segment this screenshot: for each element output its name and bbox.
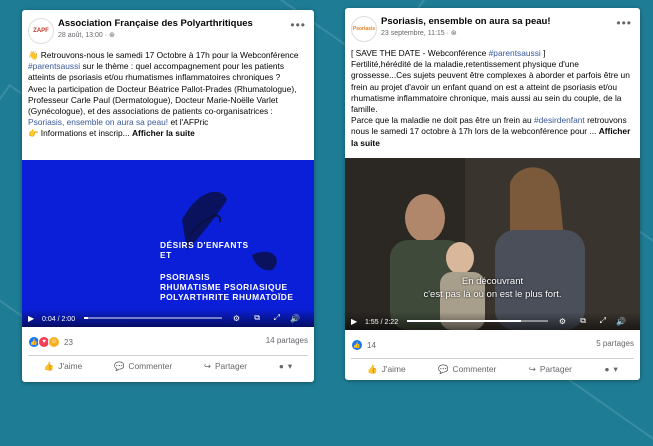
mention-link[interactable]: Psoriasis, ensemble on aura sa peau! xyxy=(28,117,168,127)
video-controls: ▶ 0:04 / 2:00 ⚙ ⧉ ⤢ 🔊 xyxy=(22,309,314,327)
audience-selector[interactable]: ● ▾ xyxy=(279,361,292,371)
share-label: Partager xyxy=(539,364,572,374)
post-timestamp[interactable]: 23 septembre, 11:15 · ⊛ xyxy=(381,29,457,37)
comment-button[interactable]: 💬 Commenter xyxy=(438,364,496,375)
share-icon: ↪ xyxy=(528,364,536,374)
video-controls: ▶ 1:55 / 2:22 ⚙ ⧉ ⤢ 🔊 xyxy=(345,312,640,330)
like-button[interactable]: 👍 J'aime xyxy=(367,364,405,375)
shares-count[interactable]: 5 partages xyxy=(596,339,634,348)
play-icon[interactable]: ▶ xyxy=(28,314,34,323)
post-card-psoriasis: Psoriasis Psoriasis, ensemble on aura sa… xyxy=(345,8,640,380)
comment-icon: 💬 xyxy=(438,363,449,374)
like-label: J'aime xyxy=(381,364,406,374)
subtitle-line-2: c'est pas là où on est le plus fort. xyxy=(423,289,562,300)
post-actions: 👍 J'aime 💬 Commenter ↪ Partager ● ▾ xyxy=(28,355,308,376)
video-title-top: DÉSIRS D'ENFANTS ET xyxy=(160,240,249,260)
hashtag-link[interactable]: #parentsaussi xyxy=(489,48,541,58)
more-options-icon[interactable]: ••• xyxy=(290,18,306,32)
page-avatar[interactable]: Psoriasis xyxy=(351,16,377,42)
pip-icon[interactable]: ⧉ xyxy=(580,316,586,326)
post-header: Psoriasis Psoriasis, ensemble on aura sa… xyxy=(351,14,634,42)
reactions-count: 14 xyxy=(367,340,376,350)
post-text-part: [ SAVE THE DATE - Webconférence xyxy=(351,48,489,58)
post-header: ZAPF Association Française des Polyarthr… xyxy=(28,16,308,44)
page-name[interactable]: Psoriasis, ensemble on aura sa peau! xyxy=(381,16,551,27)
post-text: 👋 Retrouvons-nous le samedi 17 Octobre à… xyxy=(28,50,308,140)
comment-label: Commenter xyxy=(128,361,173,371)
post-text-part: 👋 Retrouvons-nous le samedi 17 Octobre à… xyxy=(28,50,299,60)
progress-fill xyxy=(407,320,522,322)
thumbs-up-icon: 👍 xyxy=(367,363,378,374)
chevron-down-icon: ▾ xyxy=(613,364,618,374)
post-text-part: Fertilité,hérédité de la maladie,retenti… xyxy=(351,59,630,115)
care-reaction-icon: ☺ xyxy=(48,336,60,348)
page-avatar[interactable]: ZAPF xyxy=(28,18,54,44)
see-more-link[interactable]: Afficher la suite xyxy=(132,128,195,138)
avatar-small-icon: ● xyxy=(604,364,610,374)
avatar-small-icon: ● xyxy=(278,361,284,371)
comment-label: Commenter xyxy=(452,364,497,374)
reactions-summary[interactable]: 👍 ♥ ☺ 23 xyxy=(28,336,73,348)
comment-icon: 💬 xyxy=(113,360,125,371)
share-button[interactable]: ↪ Partager xyxy=(204,361,247,371)
fullscreen-icon[interactable]: ⤢ xyxy=(600,316,606,326)
post-timestamp[interactable]: 28 août, 13:00 · ⊛ xyxy=(58,31,115,39)
video-time: 1:55 / 2:22 xyxy=(365,319,399,326)
progress-fill xyxy=(84,317,89,319)
video-frame xyxy=(345,158,640,330)
post-text: [ SAVE THE DATE - Webconférence #parents… xyxy=(351,48,634,149)
post-text-part: Parce que la maladie ne doit pas être un… xyxy=(351,115,534,126)
post-stats: 👍 ♥ ☺ 23 14 partages xyxy=(28,336,308,350)
share-icon: ↪ xyxy=(203,361,211,371)
video-player[interactable]: DÉSIRS D'ENFANTS ET PSORIASIS RHUMATISME… xyxy=(22,160,314,327)
volume-icon[interactable]: 🔊 xyxy=(290,314,300,323)
progress-bar[interactable] xyxy=(84,317,222,319)
settings-icon[interactable]: ⚙ xyxy=(559,317,566,326)
subtitle-line-1: En découvrant xyxy=(461,276,524,287)
post-actions: 👍 J'aime 💬 Commenter ↪ Partager ● ▾ xyxy=(351,358,634,379)
volume-icon[interactable]: 🔊 xyxy=(616,317,626,326)
post-card-afp: ZAPF Association Française des Polyarthr… xyxy=(22,10,314,382)
post-text-part: 👉 Informations et inscrip... xyxy=(28,128,130,139)
fullscreen-icon[interactable]: ⤢ xyxy=(274,313,280,323)
video-title-bottom: PSORIASIS RHUMATISME PSORIASIQUE POLYART… xyxy=(160,272,294,302)
reactions-summary[interactable]: 👍 14 xyxy=(351,339,376,351)
shares-count[interactable]: 14 partages xyxy=(266,336,308,345)
video-player[interactable]: En découvrant c'est pas là où on est le … xyxy=(345,158,640,330)
thumbs-up-icon: 👍 xyxy=(43,360,55,371)
hashtag-link[interactable]: #parentsaussi xyxy=(28,61,80,71)
page-name[interactable]: Association Française des Polyarthritiqu… xyxy=(58,18,253,29)
progress-bar[interactable] xyxy=(407,320,548,322)
video-time: 0:04 / 2:00 xyxy=(42,316,76,323)
like-label: J'aime xyxy=(58,361,83,371)
hashtag-link[interactable]: #desirdenfant xyxy=(534,115,585,125)
more-options-icon[interactable]: ••• xyxy=(616,16,632,30)
post-text-part: et l'AFPric xyxy=(168,117,209,128)
post-text-part: Avec la participation de Docteur Béatric… xyxy=(28,83,297,117)
post-stats: 👍 14 5 partages xyxy=(351,339,634,353)
like-reaction-icon: 👍 xyxy=(351,339,363,351)
audience-selector[interactable]: ● ▾ xyxy=(604,364,617,374)
share-label: Partager xyxy=(214,361,248,371)
pip-icon[interactable]: ⧉ xyxy=(254,313,260,323)
share-button[interactable]: ↪ Partager xyxy=(529,364,572,374)
reactions-count: 23 xyxy=(64,337,73,347)
chevron-down-icon: ▾ xyxy=(287,361,293,371)
play-icon[interactable]: ▶ xyxy=(351,317,357,326)
settings-icon[interactable]: ⚙ xyxy=(233,314,240,323)
comment-button[interactable]: 💬 Commenter xyxy=(114,361,172,372)
like-button[interactable]: 👍 J'aime xyxy=(44,361,82,372)
post-text-part: ] xyxy=(540,48,546,58)
